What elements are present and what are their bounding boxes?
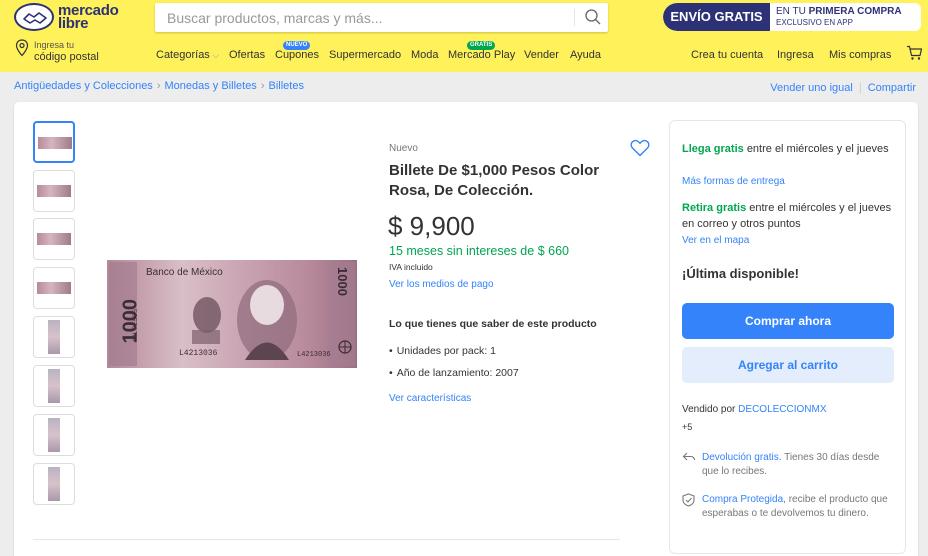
buy-now-button[interactable]: Comprar ahora <box>682 303 894 339</box>
thumbnail-image <box>48 418 60 452</box>
feature-item: Año de lanzamiento: 2007 <box>389 367 519 379</box>
thumbnail[interactable] <box>33 170 75 212</box>
badge-nuevo: NUEVO <box>283 41 311 50</box>
promo-first-purchase: EN TU PRIMERA COMPRA EXCLUSIVO EN APP <box>776 6 902 27</box>
chevron-right-icon: › <box>156 80 161 92</box>
payment-methods-link[interactable]: Ver los medios de pago <box>389 279 494 290</box>
see-features-link[interactable]: Ver características <box>389 393 471 404</box>
add-to-cart-button[interactable]: Agregar al carrito <box>682 347 894 383</box>
breadcrumb: Antigüedades y Colecciones › Monedas y Bil… <box>14 80 304 92</box>
delivery-options-link[interactable]: Más formas de entrega <box>682 176 785 187</box>
thumbnail[interactable] <box>33 316 75 358</box>
product-title: Billete De $1,000 Pesos Color Rosa, De C… <box>389 162 600 199</box>
location-value: código postal <box>34 51 99 63</box>
banknote-value-text: 1000 <box>334 267 350 296</box>
thumbnail-image <box>48 320 60 354</box>
nav-cupones[interactable]: Cupones <box>275 49 319 61</box>
thumbnail-image <box>37 233 71 245</box>
search-bar[interactable] <box>155 3 608 32</box>
banknote-serial-text: L4213036 <box>297 351 331 359</box>
search-icon[interactable] <box>583 7 603 27</box>
thumbnail-image <box>37 185 71 197</box>
thumbnail-image <box>48 467 60 501</box>
installments-text: 15 meses sin intereses de $ 660 <box>389 244 569 258</box>
search-divider <box>574 9 575 26</box>
seller-reputation: +5 <box>682 422 693 432</box>
protected-purchase-link[interactable]: Compra Protegida <box>702 494 783 505</box>
login-link[interactable]: Ingresa <box>777 49 814 61</box>
product-highlights-title: Lo que tienes que saber de este producto <box>389 318 597 330</box>
nav-ayuda[interactable]: Ayuda <box>570 49 601 61</box>
breadcrumb-item[interactable]: Monedas y Billetes <box>164 80 256 92</box>
thumbnail[interactable] <box>33 414 75 456</box>
product-condition: Nuevo <box>389 143 418 154</box>
search-input[interactable] <box>167 9 567 27</box>
view-map-link[interactable]: Ver en el mapa <box>682 235 749 246</box>
thumbnail-image <box>48 369 60 403</box>
nav-moda[interactable]: Moda <box>411 49 439 61</box>
nav-categorias[interactable]: Categorías ⌵ <box>156 49 219 61</box>
nav-mercado-play[interactable]: Mercado Play <box>448 49 515 61</box>
promo-free-shipping: ENVÍO GRATIS <box>663 3 770 31</box>
divider <box>33 539 620 540</box>
free-return-link[interactable]: Devolución gratis. <box>702 452 781 463</box>
promo-banner[interactable]: ENVÍO GRATIS EN TU PRIMERA COMPRA EXCLUS… <box>663 3 921 31</box>
nav-ofertas[interactable]: Ofertas <box>229 49 265 61</box>
seller-info: Vendido por DECOLECCIONMX <box>682 404 827 415</box>
cart-icon[interactable] <box>906 45 923 61</box>
sell-similar-link[interactable]: Vender uno igual <box>770 82 853 94</box>
thumbnail[interactable] <box>33 121 75 163</box>
product-card: Banco de México 1000 1000 MIL PESOS L421… <box>14 102 918 556</box>
my-purchases-link[interactable]: Mis compras <box>829 49 891 61</box>
stock-status: ¡Última disponible! <box>682 266 799 281</box>
product-price: $ 9,900 <box>388 211 475 241</box>
thumbnail-image <box>38 137 72 149</box>
nav-vender[interactable]: Vender <box>524 49 559 61</box>
heart-icon[interactable] <box>630 139 650 157</box>
share-link[interactable]: Compartir <box>868 82 916 94</box>
banknote-bank-text: Banco de México <box>146 267 223 278</box>
thumbnail[interactable] <box>33 267 75 309</box>
mercadolibre-logo[interactable]: mercado libre <box>14 3 126 33</box>
badge-gratis: GRATIS <box>467 41 496 50</box>
pickup-info: Retira gratis entre el miércoles y el ju… <box>682 202 892 230</box>
breadcrumb-item[interactable]: Antigüedades y Colecciones <box>14 80 153 92</box>
location-pin-icon <box>15 39 29 57</box>
thumbnail[interactable] <box>33 463 75 505</box>
location-label: Ingresa tu <box>34 40 75 50</box>
breadcrumb-item[interactable]: Billetes <box>268 80 303 92</box>
handshake-icon <box>14 3 54 31</box>
breadcrumb-actions: Vender uno igual | Compartir <box>770 82 916 94</box>
chevron-right-icon: › <box>260 80 265 92</box>
create-account-link[interactable]: Crea tu cuenta <box>691 49 763 61</box>
thumbnail[interactable] <box>33 365 75 407</box>
seller-name-link[interactable]: DECOLECCIONMX <box>738 404 826 415</box>
banknote-serial-text: L4213036 <box>179 349 218 358</box>
thumbnail-image <box>37 282 71 294</box>
banknote-words-text: MIL PESOS <box>133 308 140 342</box>
nav-supermercado[interactable]: Supermercado <box>329 49 401 61</box>
location-selector[interactable]: Ingresa tu código postal <box>15 39 135 63</box>
shipping-info: Llega gratis entre el miércoles y el jue… <box>682 143 889 155</box>
buy-box: Llega gratis entre el miércoles y el jue… <box>669 120 906 554</box>
separator: | <box>858 82 862 94</box>
logo-text: mercado libre <box>58 2 119 32</box>
iva-text: IVA incluido <box>389 262 433 272</box>
thumbnail[interactable] <box>33 218 75 260</box>
shield-icon <box>682 493 695 507</box>
header: mercado libre ENVÍO GRATIS EN TU PRIMERA… <box>0 0 928 72</box>
feature-item: Unidades por pack: 1 <box>389 345 496 357</box>
return-arrow-icon <box>682 452 696 461</box>
